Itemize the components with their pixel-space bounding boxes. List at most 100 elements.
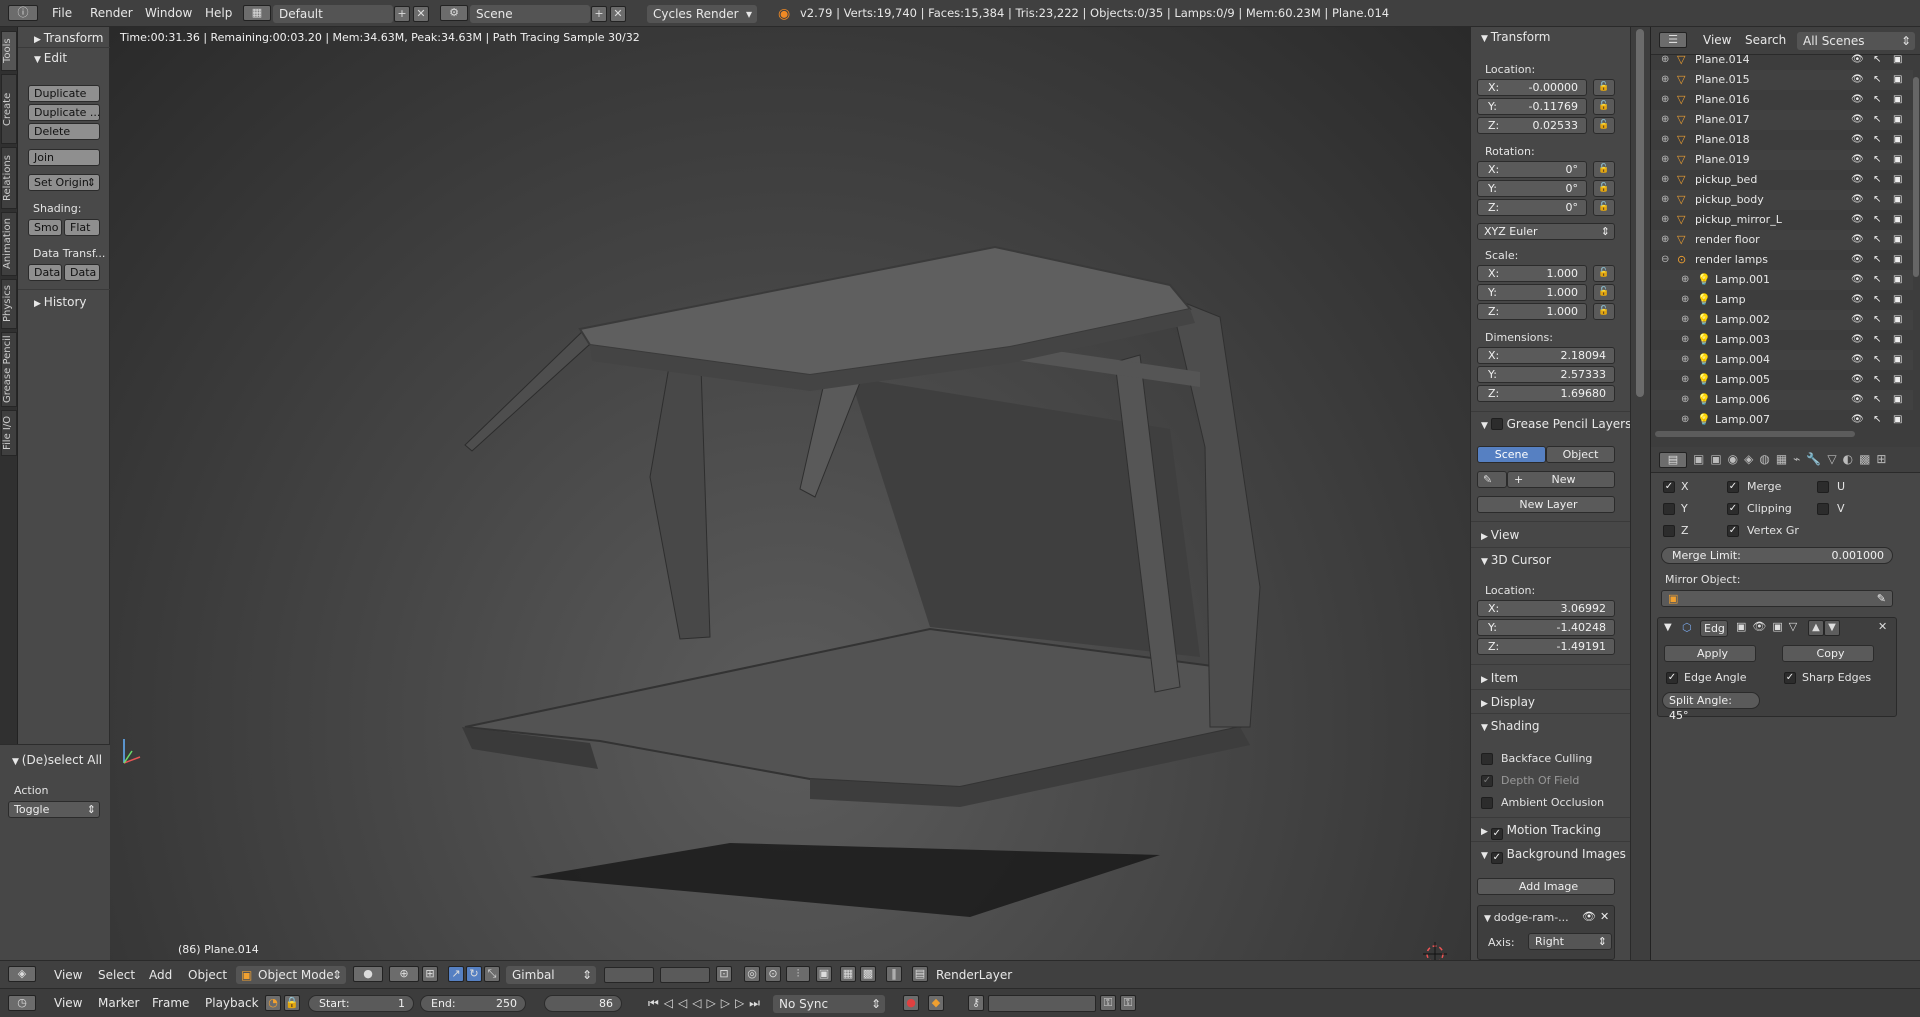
expand-icon[interactable]: ⊕: [1661, 90, 1669, 110]
move-up-icon[interactable]: ▲: [1808, 620, 1824, 636]
tab-grease-pencil[interactable]: Grease Pencil: [1, 332, 17, 407]
add-scene-icon[interactable]: +: [591, 6, 607, 22]
select-arrow-icon[interactable]: ↖: [1873, 150, 1881, 170]
cursor-y-field[interactable]: Y: -1.40248: [1477, 619, 1615, 636]
duplicate-linked-button[interactable]: Duplicate ...: [28, 104, 100, 121]
outliner-item[interactable]: ⊕ 💡 Lamp.004 👁 ↖ ▣: [1651, 350, 1913, 370]
orientation-dropdown[interactable]: Gimbal ⇕: [506, 966, 596, 984]
timeline-editor-icon[interactable]: ◷: [8, 995, 36, 1011]
pencil-icon[interactable]: ✎: [1477, 471, 1507, 488]
sync-dropdown[interactable]: No Sync ⇕: [773, 995, 885, 1013]
eye-icon[interactable]: 👁: [1851, 370, 1864, 390]
select-arrow-icon[interactable]: ↖: [1873, 290, 1881, 310]
eye-icon[interactable]: 👁: [1582, 910, 1596, 923]
shading-mode-icon[interactable]: ●: [353, 966, 383, 982]
outliner-item[interactable]: ⊕ ▽ render floor 👁 ↖ ▣: [1651, 230, 1913, 250]
expand-icon[interactable]: ⊕: [1661, 130, 1669, 150]
outliner-item[interactable]: ⊕ 💡 Lamp.005 👁 ↖ ▣: [1651, 370, 1913, 390]
outliner-item[interactable]: ⊕ ▽ pickup_body 👁 ↖ ▣: [1651, 190, 1913, 210]
select-arrow-icon[interactable]: ↖: [1873, 390, 1881, 410]
outliner-item-name[interactable]: Plane.017: [1695, 110, 1750, 130]
render-camera-icon[interactable]: ▣: [1893, 270, 1902, 290]
scene-tab[interactable]: Scene: [1477, 446, 1546, 463]
render-camera-icon[interactable]: ▣: [1893, 90, 1902, 110]
lock-icon[interactable]: 🔓: [1593, 117, 1615, 134]
render-engine-dropdown[interactable]: Cycles Render ▾: [647, 5, 757, 23]
outliner-item-name[interactable]: Plane.019: [1695, 150, 1750, 170]
background-images-checkbox[interactable]: ✓: [1490, 852, 1503, 864]
dimensions-y-field[interactable]: Y: 2.57333: [1477, 366, 1615, 383]
expand-icon[interactable]: ⊕: [1681, 410, 1689, 430]
outliner-item-name[interactable]: Lamp.002: [1715, 310, 1770, 330]
outliner-item[interactable]: ⊕ ▽ Plane.017 👁 ↖ ▣: [1651, 110, 1913, 130]
playback-menu[interactable]: Playback: [205, 989, 259, 1017]
add-menu[interactable]: Add: [149, 961, 172, 989]
copy-button[interactable]: Copy: [1782, 645, 1874, 662]
expand-icon[interactable]: ⊕: [1661, 170, 1669, 190]
render-camera-icon[interactable]: ▣: [1893, 110, 1902, 130]
object-tab[interactable]: Object: [1546, 446, 1615, 463]
expand-icon[interactable]: ⊕: [1661, 150, 1669, 170]
expand-icon[interactable]: ⊖: [1661, 250, 1669, 270]
outliner-hscrollbar[interactable]: [1655, 431, 1855, 437]
manipulator-icon[interactable]: ⊞: [422, 966, 438, 982]
outliner-item-name[interactable]: Lamp.005: [1715, 370, 1770, 390]
insert-keyframe-icon[interactable]: ⚿: [1100, 995, 1116, 1011]
rotation-mode-dropdown[interactable]: XYZ Euler ⇕: [1477, 223, 1615, 240]
outliner-item[interactable]: ⊕ ▽ Plane.018 👁 ↖ ▣: [1651, 130, 1913, 150]
lock-icon[interactable]: 🔓: [1593, 98, 1615, 115]
outliner-item[interactable]: ⊕ 💡 Lamp.001 👁 ↖ ▣: [1651, 270, 1913, 290]
select-arrow-icon[interactable]: ↖: [1873, 130, 1881, 150]
render-camera-icon[interactable]: ▣: [1893, 210, 1902, 230]
grease-pencil-panel-header[interactable]: ▼ Grease Pencil Layers: [1481, 417, 1631, 431]
mirror-u-checkbox[interactable]: [1817, 481, 1829, 493]
keying-icon[interactable]: ◆: [928, 995, 944, 1011]
layers-grid-2[interactable]: [660, 967, 710, 983]
select-arrow-icon[interactable]: ↖: [1873, 110, 1881, 130]
playback-controls[interactable]: ⏮◁◁◁▷▷▷⏭: [648, 996, 765, 1011]
motion-tracking-checkbox[interactable]: ✓: [1490, 828, 1503, 840]
backface-culling-checkbox[interactable]: [1481, 753, 1493, 765]
outliner-item-name[interactable]: Lamp.006: [1715, 390, 1770, 410]
tab-tools[interactable]: Tools: [1, 31, 17, 71]
snap-icon[interactable]: ⊙: [765, 966, 781, 982]
outliner-item-name[interactable]: Plane.015: [1695, 70, 1750, 90]
remove-scene-icon[interactable]: ✕: [610, 6, 626, 22]
eye-icon[interactable]: 👁: [1851, 310, 1864, 330]
axis-dropdown[interactable]: Right ⇕: [1528, 933, 1612, 950]
mode-dropdown[interactable]: ▣ Object Mode ⇕: [236, 966, 346, 984]
expand-icon[interactable]: ⊕: [1681, 270, 1689, 290]
outliner-display-dropdown[interactable]: All Scenes ⇕: [1797, 32, 1915, 50]
duplicate-button[interactable]: Duplicate: [28, 85, 100, 102]
rotation-y-field[interactable]: Y: 0°: [1477, 180, 1587, 197]
render-camera-icon[interactable]: ▣: [1893, 310, 1902, 330]
select-arrow-icon[interactable]: ↖: [1873, 350, 1881, 370]
render-layer-icon[interactable]: ▤: [912, 966, 928, 982]
screen-layout-field[interactable]: Default: [273, 5, 393, 23]
scene-field[interactable]: Scene: [470, 5, 590, 23]
menu-file[interactable]: File: [52, 0, 72, 27]
eye-icon[interactable]: 👁: [1851, 70, 1864, 90]
select-arrow-icon[interactable]: ↖: [1873, 250, 1881, 270]
expand-icon[interactable]: ⊕: [1681, 330, 1689, 350]
join-button[interactable]: Join: [28, 149, 100, 166]
edge-angle-checkbox[interactable]: ✓: [1666, 672, 1678, 684]
render-camera-icon[interactable]: ▣: [1893, 390, 1902, 410]
item-panel-header[interactable]: ▶ Item: [1481, 671, 1518, 685]
cursor-z-field[interactable]: Z: -1.49191: [1477, 638, 1615, 655]
expand-icon[interactable]: ⊕: [1661, 110, 1669, 130]
current-frame-field[interactable]: 86: [544, 995, 622, 1012]
screen-layout-icon[interactable]: ▦: [243, 5, 271, 21]
new-layer-button[interactable]: New Layer: [1477, 496, 1615, 513]
select-arrow-icon[interactable]: ↖: [1873, 310, 1881, 330]
render-camera-icon[interactable]: ▣: [1893, 190, 1902, 210]
3d-view-editor-icon[interactable]: ◈: [8, 966, 36, 982]
mirror-v-checkbox[interactable]: [1817, 503, 1829, 515]
translate-manipulator-icon[interactable]: ↗: [448, 966, 464, 982]
preview-range-icon[interactable]: ◔: [265, 995, 281, 1011]
timeline-view-menu[interactable]: View: [54, 989, 82, 1017]
menu-help[interactable]: Help: [205, 0, 232, 27]
outliner-item[interactable]: ⊕ ▽ Plane.014 👁 ↖ ▣: [1651, 50, 1913, 70]
layers-grid-1[interactable]: [604, 967, 654, 983]
outliner-item[interactable]: ⊕ 💡 Lamp.002 👁 ↖ ▣: [1651, 310, 1913, 330]
